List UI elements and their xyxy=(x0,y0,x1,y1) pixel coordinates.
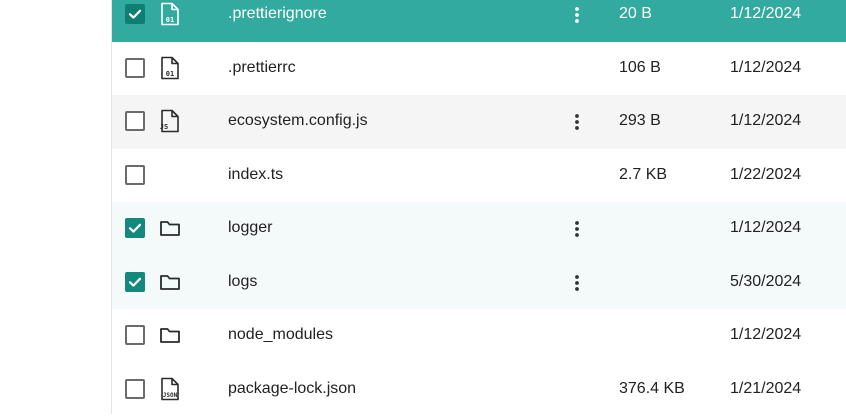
folder-icon xyxy=(159,270,181,294)
checkbox[interactable] xyxy=(125,165,145,185)
file-size: 106 B xyxy=(619,59,661,77)
modified-date: 1/12/2024 xyxy=(730,59,801,77)
modified-date: 1/12/2024 xyxy=(730,326,801,344)
file-type-badge: JSON xyxy=(163,392,178,399)
file-size: 293 B xyxy=(619,112,661,130)
file-name[interactable]: .prettierignore xyxy=(228,5,327,23)
file-row[interactable]: JSON package-lock.json 376.4 KB 1/21/2024 xyxy=(112,363,846,416)
checkmark-icon xyxy=(127,6,143,22)
file-json-icon: JSON xyxy=(159,377,181,401)
file-type-badge: 01 xyxy=(166,70,174,78)
checkbox-checked[interactable] xyxy=(125,4,145,24)
modified-date: 1/21/2024 xyxy=(730,380,801,398)
more-vert-icon[interactable] xyxy=(570,3,584,27)
file-row[interactable]: node_modules 1/12/2024 xyxy=(112,309,846,363)
modified-date: 1/12/2024 xyxy=(730,112,801,130)
file-name[interactable]: node_modules xyxy=(228,326,333,344)
file-type-badge: 01 xyxy=(166,16,174,24)
file-name[interactable]: ecosystem.config.js xyxy=(228,112,368,130)
file-binary-icon: 01 xyxy=(159,56,181,80)
checkbox-checked[interactable] xyxy=(125,272,145,292)
checkbox[interactable] xyxy=(125,379,145,399)
file-js-icon: JS xyxy=(159,109,181,133)
file-row[interactable]: index.ts 2.7 KB 1/22/2024 xyxy=(112,149,846,203)
left-pane xyxy=(0,0,112,414)
file-binary-icon: 01 xyxy=(159,2,181,26)
file-name[interactable]: logger xyxy=(228,219,272,237)
checkmark-icon xyxy=(127,274,143,290)
file-list: 01 .prettierignore 20 B 1/12/2024 01 .prettie… xyxy=(112,0,846,416)
file-row[interactable]: 01 .prettierignore 20 B 1/12/2024 xyxy=(112,0,846,42)
file-row[interactable]: logs 5/30/2024 xyxy=(112,256,846,310)
modified-date: 1/12/2024 xyxy=(730,219,801,237)
checkbox[interactable] xyxy=(125,111,145,131)
folder-icon xyxy=(159,216,181,240)
more-vert-icon[interactable] xyxy=(570,110,584,134)
folder-icon xyxy=(159,323,181,347)
more-vert-icon[interactable] xyxy=(570,271,584,295)
file-name[interactable]: index.ts xyxy=(228,166,283,184)
file-size: 20 B xyxy=(619,5,652,23)
file-row[interactable]: 01 .prettierrc 106 B 1/12/2024 xyxy=(112,42,846,96)
file-name[interactable]: .prettierrc xyxy=(228,59,296,77)
file-row[interactable]: logger 1/12/2024 xyxy=(112,202,846,256)
modified-date: 1/22/2024 xyxy=(730,166,801,184)
more-vert-icon[interactable] xyxy=(570,217,584,241)
checkbox-checked[interactable] xyxy=(125,218,145,238)
checkbox[interactable] xyxy=(125,58,145,78)
checkbox[interactable] xyxy=(125,325,145,345)
checkmark-icon xyxy=(127,220,143,236)
modified-date: 5/30/2024 xyxy=(730,273,801,291)
file-name[interactable]: package-lock.json xyxy=(228,380,356,398)
file-type-badge: JS xyxy=(160,123,168,131)
file-row[interactable]: JS ecosystem.config.js 293 B 1/12/2024 xyxy=(112,95,846,149)
modified-date: 1/12/2024 xyxy=(730,5,801,23)
file-size: 376.4 KB xyxy=(619,380,685,398)
file-name[interactable]: logs xyxy=(228,273,257,291)
file-size: 2.7 KB xyxy=(619,166,667,184)
